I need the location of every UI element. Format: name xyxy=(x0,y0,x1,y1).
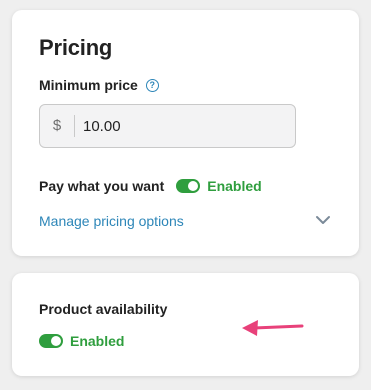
product-availability-card: Product availability Enabled xyxy=(12,273,359,376)
minimum-price-field[interactable]: $ xyxy=(39,104,296,148)
product-availability-toggle[interactable] xyxy=(39,334,63,348)
pricing-title: Pricing xyxy=(39,35,113,60)
minimum-price-label: Minimum price ? xyxy=(39,77,159,93)
pricing-card: Pricing Minimum price ? $ Pay what you w… xyxy=(12,10,359,256)
currency-symbol: $ xyxy=(40,115,75,137)
minimum-price-label-text: Minimum price xyxy=(39,77,138,93)
chevron-down-icon[interactable] xyxy=(315,214,331,226)
pay-what-you-want-toggle[interactable] xyxy=(176,179,201,193)
minimum-price-input[interactable] xyxy=(75,116,265,136)
annotation-arrow-icon xyxy=(242,320,304,336)
product-availability-row: Enabled xyxy=(39,333,124,349)
pay-what-you-want-status: Enabled xyxy=(207,178,262,194)
product-availability-status: Enabled xyxy=(70,333,125,349)
pay-what-you-want-row: Pay what you want Enabled xyxy=(39,178,262,194)
pay-what-you-want-label: Pay what you want xyxy=(39,178,165,194)
question-circle-icon[interactable]: ? xyxy=(145,78,159,92)
product-availability-title: Product availability xyxy=(39,301,168,317)
manage-pricing-options-link[interactable]: Manage pricing options xyxy=(39,213,184,229)
